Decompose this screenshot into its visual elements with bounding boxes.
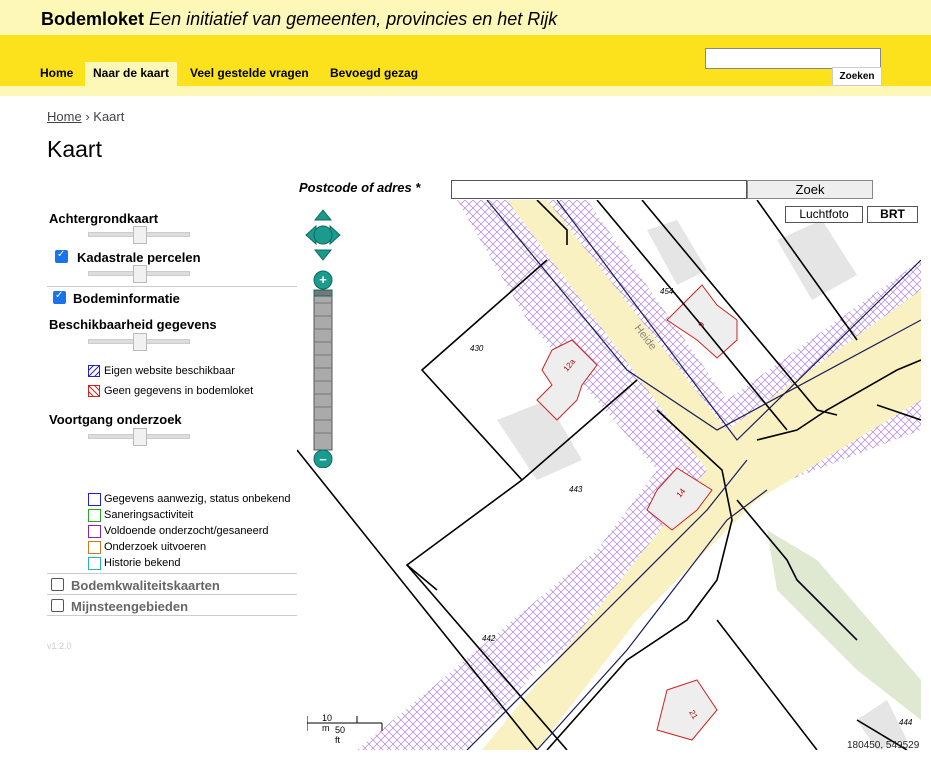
- map-navigation-control: + −: [305, 209, 341, 468]
- beschikbaarheid-slider[interactable]: [88, 333, 190, 351]
- nav-veel-gestelde-vragen[interactable]: Veel gestelde vragen: [182, 62, 317, 86]
- swatch: [88, 541, 101, 554]
- legend-label: Geen gegevens in bodemloket: [104, 385, 254, 397]
- pan-down-icon[interactable]: [313, 249, 333, 261]
- divider: [47, 615, 297, 616]
- parcel-label: 444: [899, 718, 913, 727]
- luchtfoto-button[interactable]: Luchtfoto: [785, 206, 863, 223]
- zoom-slider-handle[interactable]: [313, 289, 333, 297]
- svg-text:+: +: [319, 272, 327, 287]
- breadcrumb-separator: ›: [85, 109, 90, 124]
- pan-up-icon[interactable]: [313, 209, 333, 221]
- kadastrale-label: Kadastrale percelen: [77, 250, 201, 265]
- zoom-bar[interactable]: [313, 289, 333, 451]
- voortgang-heading: Voortgang onderzoek: [49, 412, 182, 427]
- swatch: [88, 557, 101, 570]
- mijnsteengebieden-label: Mijnsteengebieden: [71, 599, 189, 614]
- bodeminformatie-label: Bodeminformatie: [73, 291, 180, 306]
- voortgang-slider[interactable]: [88, 428, 190, 446]
- slider-knob[interactable]: [133, 333, 147, 351]
- legend-label: Voldoende onderzocht/gesaneerd: [104, 525, 269, 537]
- scale-metric: 10 m: [322, 713, 333, 733]
- nav-separator: [0, 86, 931, 96]
- parcel-label: 443: [569, 485, 583, 494]
- mijnsteengebieden-checkbox[interactable]: [51, 599, 64, 612]
- slider-knob[interactable]: [133, 428, 147, 446]
- legend-label: Onderzoek uitvoeren: [104, 541, 207, 553]
- map-canvas[interactable]: 454 430 443 442 444 9 12a 14 21 Heide: [297, 200, 921, 750]
- site-search-input[interactable]: [705, 48, 881, 69]
- divider: [47, 286, 297, 287]
- parcel-label: 454: [660, 287, 674, 296]
- breadcrumb-home[interactable]: Home: [47, 109, 82, 124]
- parcel-label: 430: [470, 344, 484, 353]
- map-svg: 454 430 443 442 444 9 12a 14 21 Heide: [297, 200, 921, 750]
- pan-center-icon: [313, 225, 333, 245]
- breadcrumb-current: Kaart: [93, 109, 125, 124]
- slider-knob[interactable]: [133, 265, 147, 283]
- scale-imperial: 50 ft: [335, 725, 346, 745]
- swatch: [88, 509, 101, 522]
- nav-naar-de-kaart[interactable]: Naar de kaart: [85, 62, 178, 86]
- page-title: Kaart: [47, 136, 102, 162]
- version-label: v1.2.0: [47, 641, 72, 651]
- address-label: Postcode of adres *: [299, 180, 421, 195]
- bodemkwaliteitskaarten-checkbox[interactable]: [51, 578, 64, 591]
- swatch: [88, 493, 101, 506]
- legend-label: Gegevens aanwezig, status onbekend: [104, 493, 291, 505]
- bodemkwaliteitskaarten-label: Bodemkwaliteitskaarten: [71, 578, 220, 593]
- nav-bevoegd-gezag[interactable]: Bevoegd gezag: [322, 62, 426, 86]
- legend-label: Eigen website beschikbaar: [104, 365, 235, 377]
- brand-title: Bodemloket Een initiatief van gemeenten,…: [41, 9, 557, 30]
- address-input[interactable]: [451, 180, 747, 199]
- bodeminformatie-checkbox[interactable]: [53, 290, 66, 304]
- swatch: [88, 525, 101, 538]
- nav-home[interactable]: Home: [32, 62, 81, 86]
- divider: [47, 573, 297, 574]
- hatch-red-swatch: [88, 385, 100, 397]
- slider-knob[interactable]: [133, 226, 147, 244]
- parcel-label: 442: [482, 634, 496, 643]
- breadcrumb: Home › Kaart: [47, 109, 124, 124]
- brt-button[interactable]: BRT: [867, 206, 918, 223]
- map-coordinates: 180450, 549529: [847, 740, 920, 751]
- legend-label: Historie bekend: [104, 557, 181, 569]
- brand-tagline: Een initiatief van gemeenten, provincies…: [149, 9, 558, 29]
- kadastrale-checkbox[interactable]: [55, 249, 68, 263]
- beschikbaarheid-heading: Beschikbaarheid gegevens: [49, 317, 217, 332]
- brand-name: Bodemloket: [41, 9, 145, 29]
- divider: [47, 594, 297, 595]
- legend-label: Saneringsactiviteit: [104, 509, 194, 521]
- svg-text:−: −: [319, 452, 327, 467]
- address-search-button[interactable]: Zoek: [747, 180, 873, 199]
- achtergrondkaart-slider[interactable]: [88, 226, 190, 244]
- site-search-button[interactable]: Zoeken: [832, 67, 882, 86]
- kadastrale-slider[interactable]: [88, 265, 190, 283]
- hatch-blue-swatch: [88, 365, 100, 377]
- achtergrondkaart-heading: Achtergrondkaart: [49, 211, 159, 226]
